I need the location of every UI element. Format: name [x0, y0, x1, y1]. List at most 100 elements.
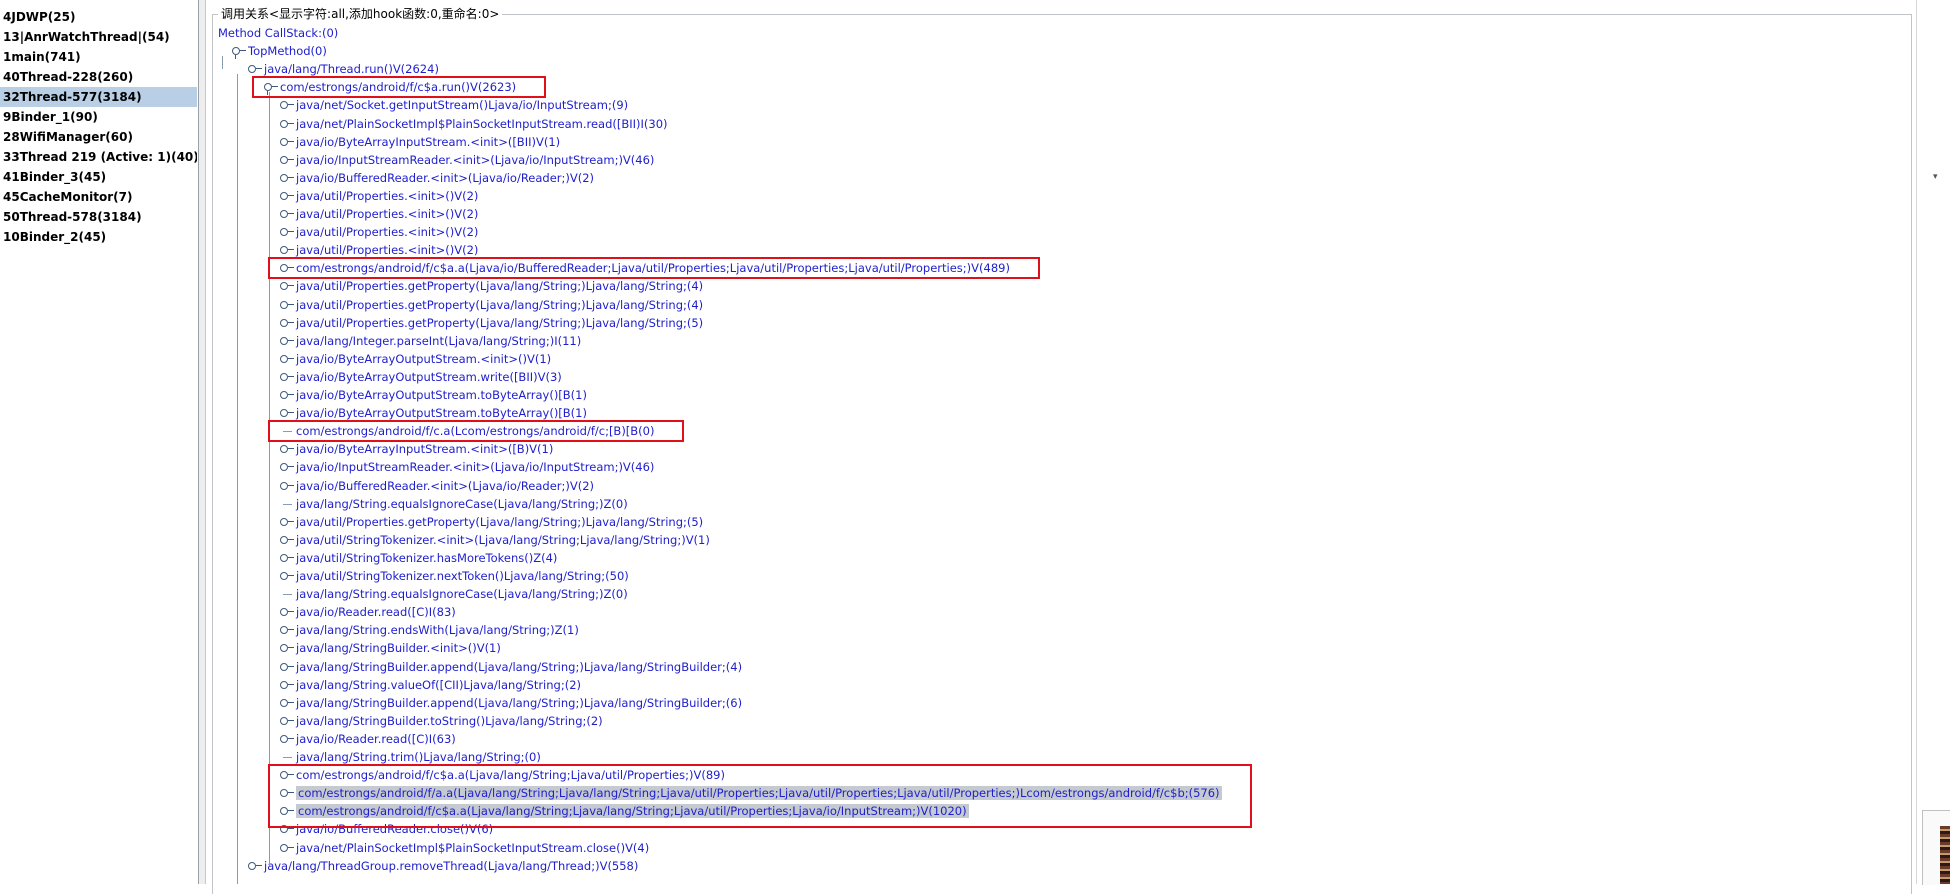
tree-node-closed-icon[interactable]	[280, 259, 294, 277]
tree-node-closed-icon[interactable]	[280, 639, 294, 657]
tree-node-closed-icon[interactable]	[280, 549, 294, 567]
tree-node[interactable]: java/util/Properties.getProperty(Ljava/l…	[280, 314, 703, 332]
tree-node-closed-icon[interactable]	[280, 241, 294, 259]
tree-node[interactable]: com/estrongs/android/f/c$a.a(Ljava/lang/…	[280, 766, 725, 784]
tree-node-closed-icon[interactable]	[280, 694, 294, 712]
tree-node-closed-icon[interactable]	[280, 766, 294, 784]
tree-node[interactable]: TopMethod(0)	[232, 42, 327, 60]
thread-item[interactable]: 33Thread 219 (Active: 1)(40)	[0, 147, 197, 167]
tree-node[interactable]: java/lang/StringBuilder.toString()Ljava/…	[280, 712, 603, 730]
tree-node[interactable]: java/io/Reader.read([C)I(83)	[280, 603, 456, 621]
tree-node[interactable]: java/io/BufferedReader.close()V(6)	[280, 820, 493, 838]
tree-node[interactable]: java/lang/String.valueOf([CII)Ljava/lang…	[280, 676, 581, 694]
tree-node[interactable]: java/util/Properties.getProperty(Ljava/l…	[280, 277, 703, 295]
tree-node[interactable]: java/lang/String.trim()Ljava/lang/String…	[280, 748, 541, 766]
tree-node[interactable]: java/lang/Thread.run()V(2624)	[248, 60, 439, 78]
tree-node-closed-icon[interactable]	[280, 169, 294, 187]
tree-node[interactable]: Method CallStack:(0)	[218, 24, 338, 42]
tree-node[interactable]: java/lang/StringBuilder.append(Ljava/lan…	[280, 658, 742, 676]
tree-node[interactable]: java/io/InputStreamReader.<init>(Ljava/i…	[280, 458, 654, 476]
tree-node[interactable]: java/lang/StringBuilder.append(Ljava/lan…	[280, 694, 742, 712]
tree-node-open-icon[interactable]	[232, 42, 246, 60]
tree-node[interactable]: java/util/Properties.<init>()V(2)	[280, 241, 478, 259]
tree-node[interactable]: java/io/ByteArrayOutputStream.toByteArra…	[280, 386, 587, 404]
tree-node[interactable]: java/io/InputStreamReader.<init>(Ljava/i…	[280, 151, 654, 169]
thread-item[interactable]: 40Thread-228(260)	[0, 67, 197, 87]
tree-node-closed-icon[interactable]	[280, 96, 294, 114]
tree-node[interactable]: java/lang/String.equalsIgnoreCase(Ljava/…	[280, 585, 628, 603]
tree-node-closed-icon[interactable]	[248, 857, 262, 875]
tree-node[interactable]: java/util/StringTokenizer.hasMoreTokens(…	[280, 549, 557, 567]
thread-item[interactable]: 50Thread-578(3184)	[0, 207, 197, 227]
tree-node-closed-icon[interactable]	[280, 730, 294, 748]
tree-node-closed-icon[interactable]	[280, 332, 294, 350]
tree-node-closed-icon[interactable]	[280, 205, 294, 223]
tree-node-closed-icon[interactable]	[280, 187, 294, 205]
tree-node[interactable]: java/lang/ThreadGroup.removeThread(Ljava…	[248, 857, 638, 875]
tree-node-closed-icon[interactable]	[280, 151, 294, 169]
thread-item[interactable]: 9Binder_1(90)	[0, 107, 197, 127]
tree-node-closed-icon[interactable]	[280, 712, 294, 730]
splitter[interactable]	[199, 0, 206, 884]
tree-node[interactable]: java/io/ByteArrayInputStream.<init>([BII…	[280, 133, 560, 151]
tree-node-closed-icon[interactable]	[280, 477, 294, 495]
tree-node[interactable]: java/io/ByteArrayInputStream.<init>([B)V…	[280, 440, 553, 458]
tree-node-closed-icon[interactable]	[280, 839, 294, 857]
tree-node-closed-icon[interactable]	[280, 223, 294, 241]
tree-node-closed-icon[interactable]	[280, 314, 294, 332]
tree-node[interactable]: java/util/StringTokenizer.<init>(Ljava/l…	[280, 531, 710, 549]
tree-node-closed-icon[interactable]	[280, 820, 294, 838]
tree-node[interactable]: java/net/PlainSocketImpl$PlainSocketInpu…	[280, 115, 668, 133]
tree-node[interactable]: java/util/Properties.<init>()V(2)	[280, 223, 478, 241]
tree-node[interactable]: java/lang/String.endsWith(Ljava/lang/Str…	[280, 621, 579, 639]
tree-node-closed-icon[interactable]	[280, 676, 294, 694]
tree-node-closed-icon[interactable]	[280, 277, 294, 295]
tree-node-closed-icon[interactable]	[280, 133, 294, 151]
thread-item[interactable]: 1main(741)	[0, 47, 197, 67]
thread-item[interactable]: 41Binder_3(45)	[0, 167, 197, 187]
tree-node-closed-icon[interactable]	[280, 658, 294, 676]
thread-item[interactable]: 28WifiManager(60)	[0, 127, 197, 147]
tree-node[interactable]: com/estrongs/android/f/c$a.run()V(2623)	[264, 78, 516, 96]
tree-node-closed-icon[interactable]	[280, 567, 294, 585]
tree-node-closed-icon[interactable]	[280, 368, 294, 386]
vertical-scrollbar[interactable]	[1916, 0, 1950, 884]
tree-node[interactable]: com/estrongs/android/f/a.a(Ljava/lang/St…	[280, 784, 1222, 802]
tree-node-closed-icon[interactable]	[280, 386, 294, 404]
tree-node-closed-icon[interactable]	[280, 115, 294, 133]
tree-node[interactable]: java/io/Reader.read([C)I(63)	[280, 730, 456, 748]
tree-node[interactable]: java/util/StringTokenizer.nextToken()Lja…	[280, 567, 629, 585]
thread-item[interactable]: 45CacheMonitor(7)	[0, 187, 197, 207]
tree-node[interactable]: java/io/ByteArrayOutputStream.<init>()V(…	[280, 350, 551, 368]
tree-node[interactable]: java/lang/String.equalsIgnoreCase(Ljava/…	[280, 495, 628, 513]
tree-node-closed-icon[interactable]	[280, 458, 294, 476]
tree-node-closed-icon[interactable]	[280, 404, 294, 422]
tree-node[interactable]: java/util/Properties.<init>()V(2)	[280, 187, 478, 205]
tree-node[interactable]: java/io/ByteArrayOutputStream.toByteArra…	[280, 404, 587, 422]
tree-node[interactable]: com/estrongs/android/f/c.a(Lcom/estrongs…	[280, 422, 654, 440]
tree-node-closed-icon[interactable]	[280, 440, 294, 458]
tree-node[interactable]: com/estrongs/android/f/c$a.a(Ljava/io/Bu…	[280, 259, 1010, 277]
tree-node-closed-icon[interactable]	[280, 802, 294, 820]
chevron-down-icon[interactable]: ▾	[1933, 172, 1938, 182]
tree-node[interactable]: java/util/Properties.getProperty(Ljava/l…	[280, 296, 703, 314]
tree-node-closed-icon[interactable]	[280, 784, 294, 802]
tree-node[interactable]: java/io/ByteArrayOutputStream.write([BII…	[280, 368, 562, 386]
tree-node[interactable]: com/estrongs/android/f/c$a.a(Ljava/lang/…	[280, 802, 969, 820]
tree-node-closed-icon[interactable]	[280, 603, 294, 621]
tree-node[interactable]: java/net/Socket.getInputStream()Ljava/io…	[280, 96, 628, 114]
tree-node[interactable]: java/util/Properties.<init>()V(2)	[280, 205, 478, 223]
tree-node-closed-icon[interactable]	[280, 621, 294, 639]
tree-node[interactable]: java/net/PlainSocketImpl$PlainSocketInpu…	[280, 839, 649, 857]
tree-node-closed-icon[interactable]	[280, 531, 294, 549]
tree-node-closed-icon[interactable]	[280, 296, 294, 314]
tree-node[interactable]: java/util/Properties.getProperty(Ljava/l…	[280, 513, 703, 531]
tree-node[interactable]: java/io/BufferedReader.<init>(Ljava/io/R…	[280, 477, 594, 495]
thread-item[interactable]: 32Thread-577(3184)	[0, 87, 197, 107]
tree-node-closed-icon[interactable]	[280, 513, 294, 531]
tree-node-closed-icon[interactable]	[248, 60, 262, 78]
tree-node[interactable]: java/lang/StringBuilder.<init>()V(1)	[280, 639, 501, 657]
tree-node[interactable]: java/lang/Integer.parseInt(Ljava/lang/St…	[280, 332, 581, 350]
thread-item[interactable]: 13|AnrWatchThread|(54)	[0, 27, 197, 47]
thread-item[interactable]: 4JDWP(25)	[0, 7, 197, 27]
